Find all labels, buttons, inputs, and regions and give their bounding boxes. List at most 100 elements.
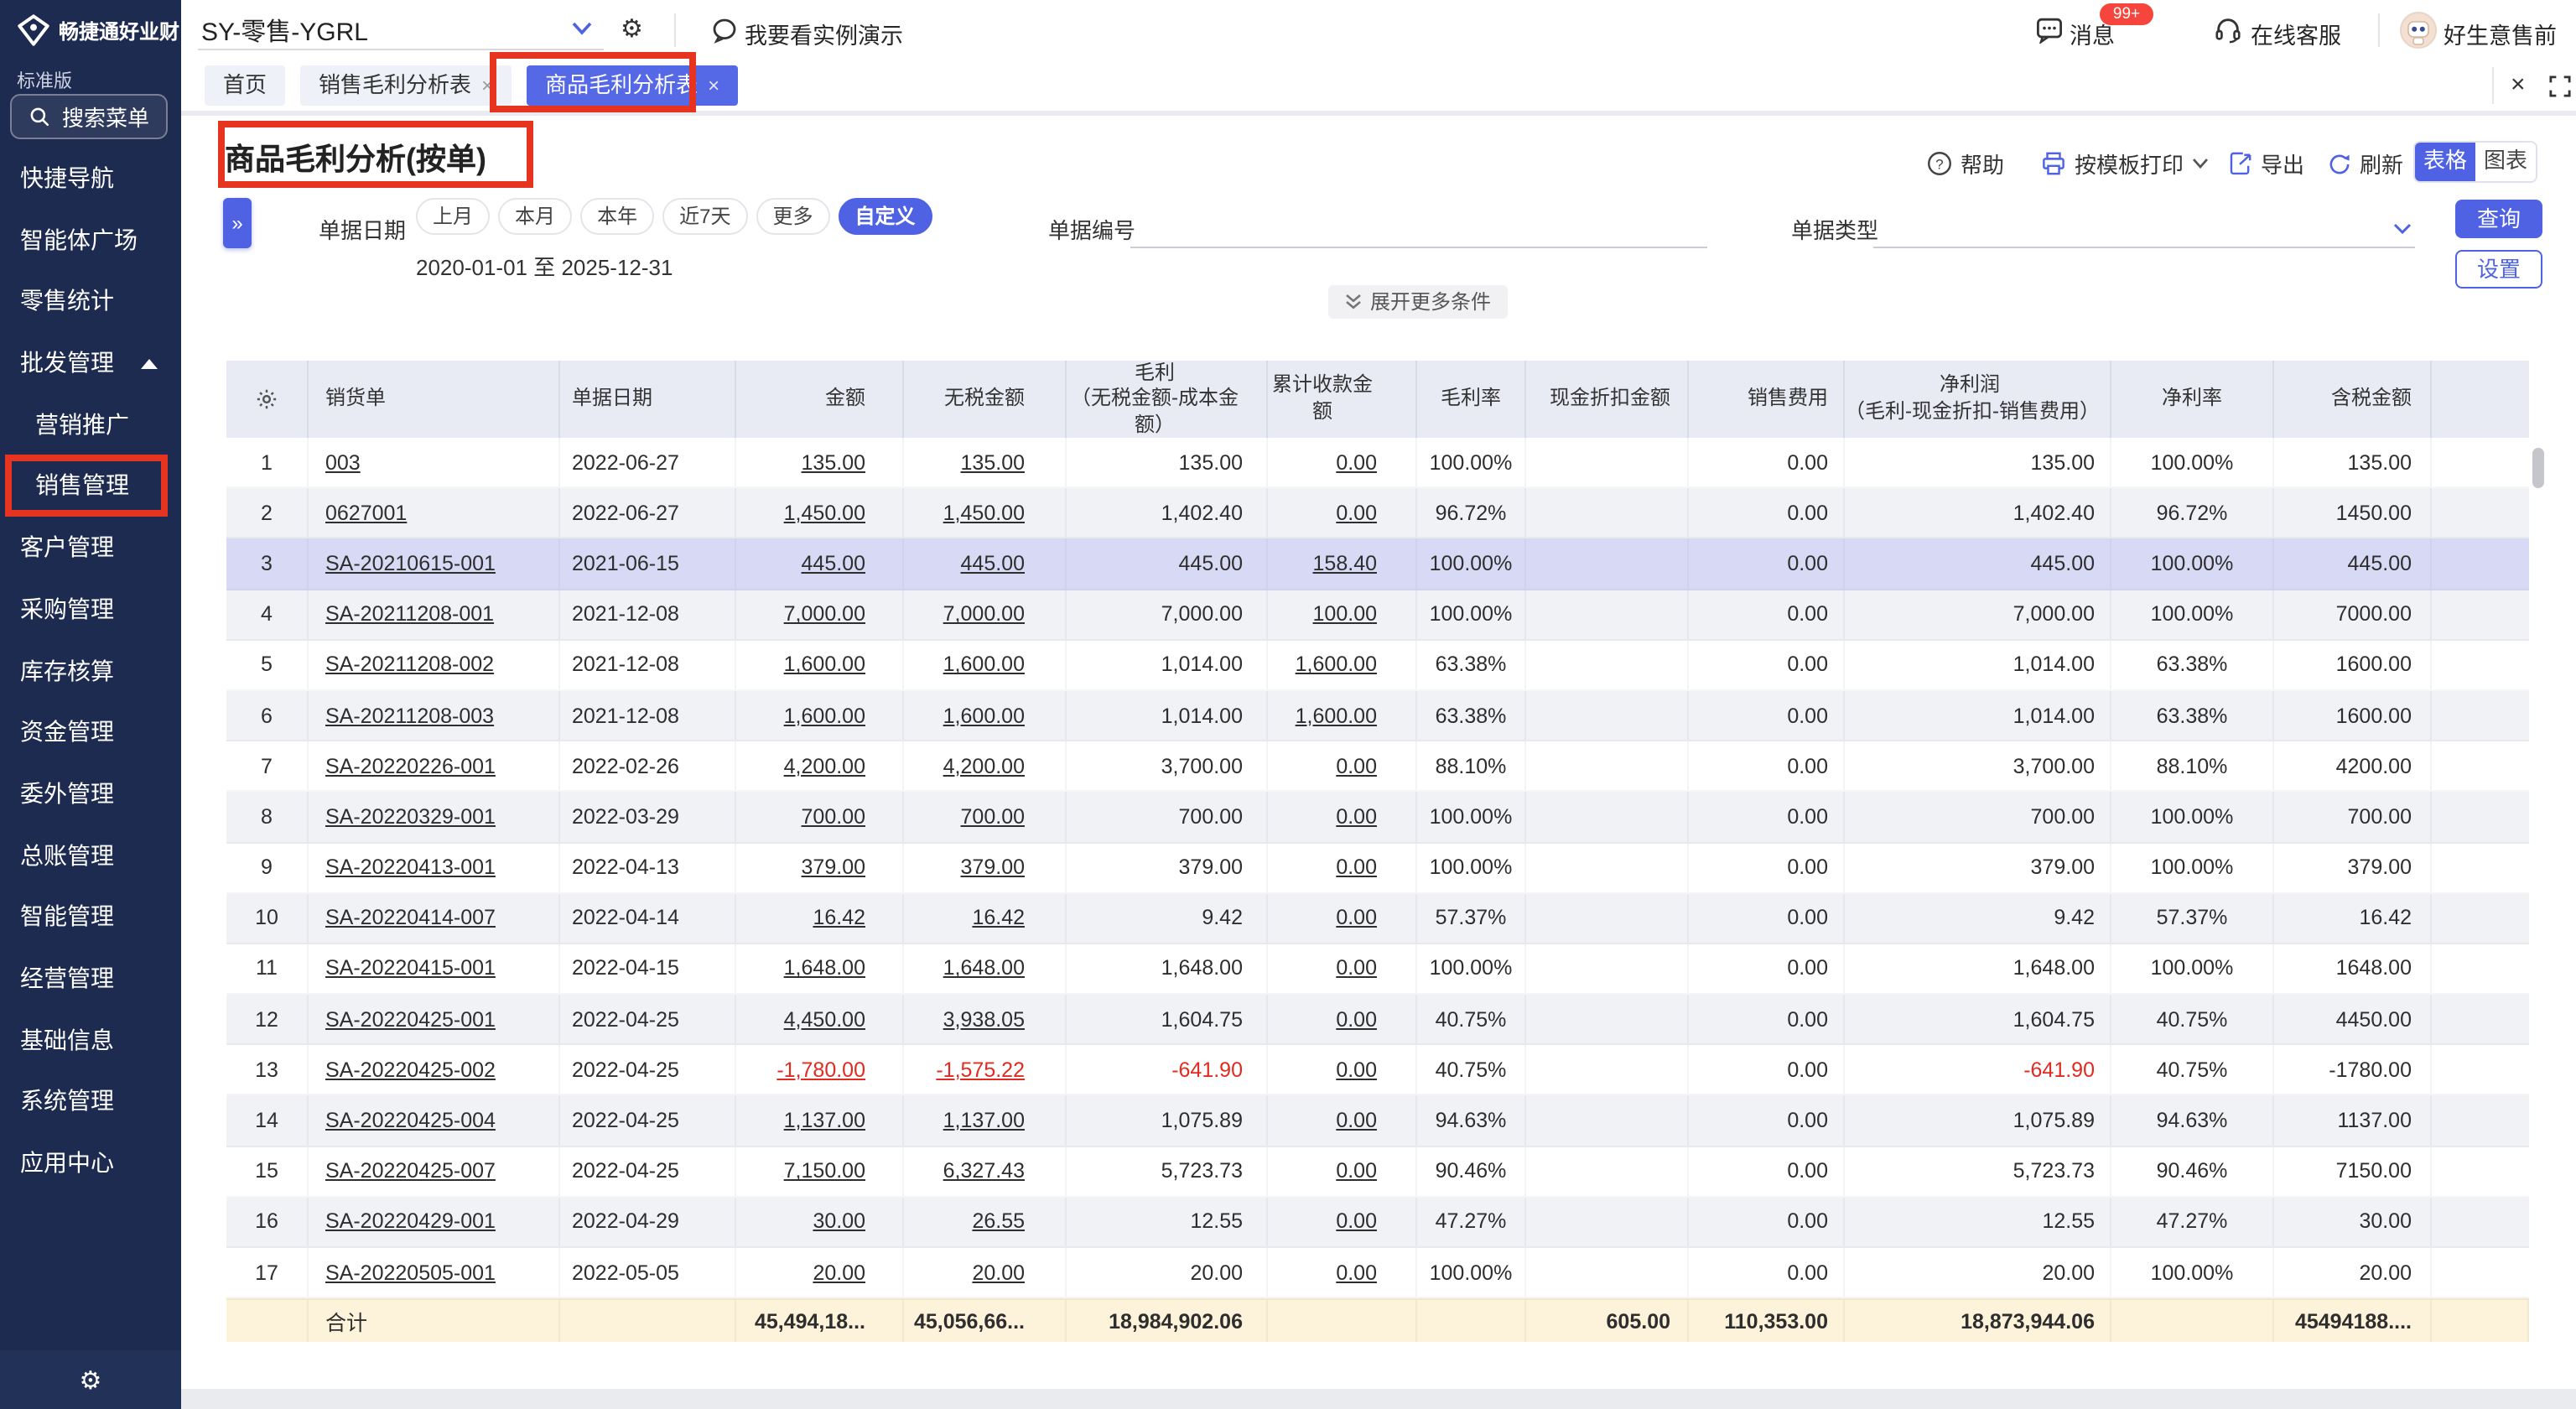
- sidebar-item-快捷导航[interactable]: 快捷导航: [0, 148, 181, 209]
- cell-order-no[interactable]: SA-20211208-003: [309, 691, 560, 740]
- org-chevron-down-icon[interactable]: [572, 22, 592, 35]
- cell-order-no[interactable]: SA-20220425-002: [309, 1046, 560, 1094]
- demo-speech-icon[interactable]: [711, 17, 738, 44]
- date-quick-本月[interactable]: 本月: [498, 198, 572, 235]
- table-row[interactable]: 5SA-20211208-0022021-12-081,600.001,600.…: [226, 641, 2529, 691]
- cell-net-amount[interactable]: -1,575.22: [904, 1046, 1067, 1094]
- cell-amount[interactable]: 1,137.00: [736, 1096, 904, 1145]
- cell-net-amount[interactable]: 6,327.43: [904, 1146, 1067, 1195]
- cell-order-no[interactable]: SA-20220425-007: [309, 1146, 560, 1195]
- expand-more-conditions-button[interactable]: 展开更多条件: [1328, 285, 1508, 319]
- cell-amount[interactable]: 20.00: [736, 1248, 904, 1297]
- cell-received[interactable]: 0.00: [1268, 893, 1417, 942]
- org-switcher[interactable]: SY-零售-YGRL: [201, 13, 368, 49]
- sidebar-item-委外管理[interactable]: 委外管理: [0, 763, 181, 824]
- cell-received[interactable]: 0.00: [1268, 793, 1417, 841]
- view-table-tab[interactable]: 表格: [2415, 143, 2475, 181]
- sidebar-item-零售统计[interactable]: 零售统计: [0, 271, 181, 332]
- cell-order-no[interactable]: SA-20220425-004: [309, 1096, 560, 1145]
- search-menu-button[interactable]: 搜索菜单: [10, 94, 168, 139]
- cell-received[interactable]: 0.00: [1268, 1198, 1417, 1246]
- cell-net-amount[interactable]: 1,648.00: [904, 944, 1067, 993]
- column-settings-gear-icon[interactable]: [226, 361, 309, 438]
- date-quick-本年[interactable]: 本年: [580, 198, 654, 235]
- fullscreen-icon[interactable]: [2549, 75, 2571, 97]
- refresh-button[interactable]: 刷新: [2328, 148, 2403, 179]
- cell-amount[interactable]: 379.00: [736, 843, 904, 892]
- table-row[interactable]: 3SA-20210615-0012021-06-15445.00445.0044…: [226, 539, 2529, 590]
- cell-received[interactable]: 1,600.00: [1268, 641, 1417, 689]
- cell-order-no[interactable]: SA-20211208-001: [309, 590, 560, 638]
- table-row[interactable]: 16SA-20220429-0012022-04-2930.0026.5512.…: [226, 1198, 2529, 1248]
- cell-order-no[interactable]: SA-20220505-001: [309, 1248, 560, 1297]
- cell-received[interactable]: 0.00: [1268, 944, 1417, 993]
- sidebar-footer[interactable]: ⚙: [0, 1350, 181, 1409]
- sidebar-item-资金管理[interactable]: 资金管理: [0, 701, 181, 762]
- cell-received[interactable]: 158.40: [1268, 539, 1417, 588]
- cell-amount[interactable]: 30.00: [736, 1198, 904, 1246]
- sidebar-item-基础信息[interactable]: 基础信息: [0, 1009, 181, 1070]
- cell-order-no[interactable]: SA-20220413-001: [309, 843, 560, 892]
- cell-net-amount[interactable]: 4,200.00: [904, 741, 1067, 790]
- sidebar-item-营销推广[interactable]: 营销推广: [0, 394, 181, 455]
- cell-received[interactable]: 0.00: [1268, 995, 1417, 1043]
- cell-net-amount[interactable]: 7,000.00: [904, 590, 1067, 638]
- table-row[interactable]: 9SA-20220413-0012022-04-13379.00379.0037…: [226, 843, 2529, 893]
- date-quick-custom[interactable]: 自定义: [839, 198, 932, 235]
- print-by-template-button[interactable]: 按模板打印: [2041, 148, 2209, 179]
- tab-close-icon[interactable]: ×: [708, 75, 719, 96]
- table-row[interactable]: 12SA-20220425-0012022-04-254,450.003,938…: [226, 995, 2529, 1045]
- sidebar-item-系统管理[interactable]: 系统管理: [0, 1071, 181, 1132]
- sidebar-item-采购管理[interactable]: 采购管理: [0, 579, 181, 640]
- cell-amount[interactable]: 1,600.00: [736, 691, 904, 740]
- close-all-tabs-icon[interactable]: ×: [2511, 70, 2526, 101]
- table-row[interactable]: 15SA-20220425-0072022-04-257,150.006,327…: [226, 1146, 2529, 1197]
- cell-amount[interactable]: 1,450.00: [736, 488, 904, 537]
- cell-net-amount[interactable]: 445.00: [904, 539, 1067, 588]
- table-row[interactable]: 7SA-20220226-0012022-02-264,200.004,200.…: [226, 741, 2529, 792]
- table-row[interactable]: 206270012022-06-271,450.001,450.001,402.…: [226, 488, 2529, 538]
- cell-received[interactable]: 0.00: [1268, 1146, 1417, 1195]
- collapse-filter-button[interactable]: »: [223, 198, 252, 248]
- sidebar-item-智能管理[interactable]: 智能管理: [0, 886, 181, 948]
- cell-net-amount[interactable]: 1,600.00: [904, 641, 1067, 689]
- table-row[interactable]: 4SA-20211208-0012021-12-087,000.007,000.…: [226, 590, 2529, 640]
- query-button[interactable]: 查询: [2455, 200, 2542, 238]
- cell-net-amount[interactable]: 379.00: [904, 843, 1067, 892]
- cell-net-amount[interactable]: 700.00: [904, 793, 1067, 841]
- sidebar-item-销售管理[interactable]: 销售管理: [0, 455, 181, 517]
- cell-order-no[interactable]: SA-20220414-007: [309, 893, 560, 942]
- date-range-value[interactable]: 2020-01-01 至 2025-12-31: [416, 250, 673, 282]
- cell-order-no[interactable]: SA-20210615-001: [309, 539, 560, 588]
- cell-net-amount[interactable]: 16.42: [904, 893, 1067, 942]
- cell-received[interactable]: 0.00: [1268, 488, 1417, 537]
- cell-received[interactable]: 0.00: [1268, 843, 1417, 892]
- doc-type-select[interactable]: [1873, 203, 2415, 248]
- cell-order-no[interactable]: 003: [309, 438, 560, 486]
- cell-net-amount[interactable]: 1,450.00: [904, 488, 1067, 537]
- sidebar-item-库存核算[interactable]: 库存核算: [0, 640, 181, 701]
- cell-amount[interactable]: 7,150.00: [736, 1146, 904, 1195]
- cell-received[interactable]: 0.00: [1268, 438, 1417, 486]
- tab-close-icon[interactable]: ×: [481, 75, 493, 96]
- cell-amount[interactable]: 7,000.00: [736, 590, 904, 638]
- table-row[interactable]: 8SA-20220329-0012022-03-29700.00700.0070…: [226, 793, 2529, 843]
- sidebar-settings-gear-icon[interactable]: ⚙: [80, 1365, 102, 1395]
- cell-order-no[interactable]: SA-20211208-002: [309, 641, 560, 689]
- table-row[interactable]: 13SA-20220425-0022022-04-25-1,780.00-1,5…: [226, 1046, 2529, 1096]
- cell-received[interactable]: 0.00: [1268, 1096, 1417, 1145]
- help-button[interactable]: ? 帮助: [1927, 148, 2004, 179]
- cell-received[interactable]: 0.00: [1268, 1046, 1417, 1094]
- cell-order-no[interactable]: SA-20220425-001: [309, 995, 560, 1043]
- headset-icon[interactable]: [2214, 15, 2242, 44]
- cell-order-no[interactable]: SA-20220329-001: [309, 793, 560, 841]
- sidebar-item-经营管理[interactable]: 经营管理: [0, 948, 181, 1009]
- date-quick-上月[interactable]: 上月: [416, 198, 490, 235]
- cell-amount[interactable]: 1,600.00: [736, 641, 904, 689]
- vertical-scrollbar-thumb[interactable]: [2532, 448, 2544, 488]
- tab-销售毛利分析表[interactable]: 销售毛利分析表×: [300, 65, 512, 106]
- sidebar-item-应用中心[interactable]: 应用中心: [0, 1132, 181, 1193]
- table-row[interactable]: 11SA-20220415-0012022-04-151,648.001,648…: [226, 944, 2529, 995]
- table-row[interactable]: 17SA-20220505-0012022-05-0520.0020.0020.…: [226, 1248, 2529, 1298]
- cell-received[interactable]: 100.00: [1268, 590, 1417, 638]
